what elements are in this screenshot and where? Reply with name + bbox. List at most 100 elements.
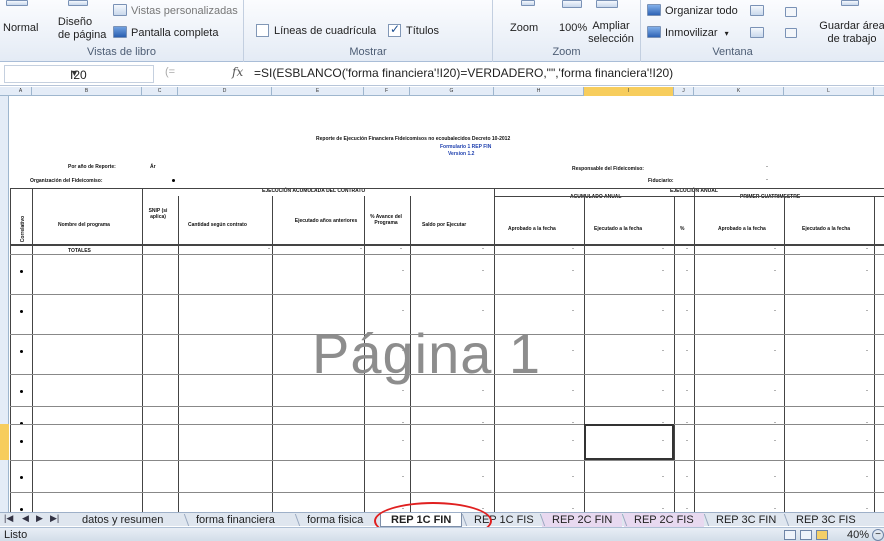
row-dash: - xyxy=(686,474,688,480)
sheet-tab-rep-2c-fin[interactable]: REP 2C FIN xyxy=(542,513,623,527)
chevron-down-icon[interactable]: ▼ xyxy=(70,68,149,78)
table-border xyxy=(784,196,785,513)
zoom-out-icon[interactable]: − xyxy=(872,529,884,541)
arrange-all-icon xyxy=(647,4,661,16)
row-headers xyxy=(0,96,9,513)
show-group: Líneas de cuadrícula Títulos Mostrar xyxy=(244,0,493,62)
gridlines-checkbox[interactable] xyxy=(256,24,269,37)
normal-view-status-icon[interactable] xyxy=(784,530,796,540)
page-layout-status-icon[interactable] xyxy=(800,530,812,540)
total-amount: - xyxy=(268,246,270,252)
normal-view-button[interactable]: Normal xyxy=(3,22,38,35)
total-approved: - xyxy=(572,246,574,252)
prev-sheet-icon[interactable]: ◀ xyxy=(22,513,29,524)
column-header-c[interactable]: C xyxy=(142,87,178,96)
row-dash: - xyxy=(686,438,688,444)
table-border xyxy=(674,196,675,513)
page-break-view-status-icon[interactable] xyxy=(816,530,828,540)
row-dash: - xyxy=(402,388,404,394)
zoom-level[interactable]: 40% xyxy=(847,529,869,541)
sheet-tab-rep-2c-fis[interactable]: REP 2C FIS xyxy=(624,513,704,527)
column-header-a[interactable]: A xyxy=(10,87,32,96)
window-group: Organizar todo Inmovilizar ▾ Guardar áre… xyxy=(641,0,884,62)
column-header-g[interactable]: G xyxy=(410,87,494,96)
row-divider xyxy=(10,294,884,295)
row-dash: - xyxy=(866,438,868,444)
formula-bar: I20 ▼ (= fx =SI(ESBLANCO('forma financie… xyxy=(0,62,884,86)
row-dash: - xyxy=(482,308,484,314)
save-workspace-button[interactable]: Guardar área de trabajo xyxy=(817,20,884,46)
ribbon: Normal Diseño de página Vistas personali… xyxy=(0,0,884,62)
sheet-tab-datos-y-resumen[interactable]: datos y resumen xyxy=(72,513,173,527)
full-screen-button[interactable]: Pantalla completa xyxy=(131,27,218,40)
row-dash: - xyxy=(662,388,664,394)
formula-input[interactable]: =SI(ESBLANCO('forma financiera'!I20)=VER… xyxy=(254,66,673,80)
save-workspace-label-2: de trabajo xyxy=(827,33,877,45)
form-code: Formulario 1 REP FIN xyxy=(440,144,492,150)
column-header-f[interactable]: F xyxy=(364,87,410,96)
new-window-icon xyxy=(750,5,764,16)
table-border xyxy=(584,196,585,513)
last-sheet-icon[interactable]: ▶| xyxy=(50,513,59,524)
arrange-all-button[interactable]: Organizar todo xyxy=(665,5,738,18)
first-sheet-icon[interactable]: |◀ xyxy=(4,513,13,524)
zoom-group: Zoom 100% Ampliar selección Zoom xyxy=(493,0,641,62)
sheet-tab-rep-3c-fis[interactable]: REP 3C FIS xyxy=(786,513,866,527)
column-header-i[interactable]: I xyxy=(584,87,674,96)
row-dash: - xyxy=(774,268,776,274)
period-value: Ár xyxy=(150,164,156,170)
sheet-tab-rep-1c-fin[interactable]: REP 1C FIN xyxy=(380,513,463,527)
row-dash: - xyxy=(662,268,664,274)
column-header-e[interactable]: E xyxy=(272,87,364,96)
header-prev-exec: Ejecutado años anteriores xyxy=(294,218,358,224)
page-layout-label-2: de página xyxy=(58,29,107,41)
next-sheet-icon[interactable]: ▶ xyxy=(36,513,43,524)
period-label: Por año de Reporte: xyxy=(68,164,116,170)
freeze-panes-button[interactable]: Inmovilizar ▾ xyxy=(665,27,729,40)
zoom-icon xyxy=(521,0,535,6)
table-border xyxy=(32,188,33,513)
insert-function-icon[interactable]: fx xyxy=(232,65,243,79)
formula-cancel-icon: (= xyxy=(165,66,176,78)
table-border xyxy=(272,196,273,513)
form-version: Version 1.2 xyxy=(448,151,475,157)
custom-views-button[interactable]: Vistas personalizadas xyxy=(131,5,238,18)
worksheet[interactable]: A B C D E F G H I J K L Reporte de Ejecu… xyxy=(0,87,884,513)
column-header-d[interactable]: D xyxy=(178,87,272,96)
headings-checkbox[interactable] xyxy=(388,22,401,37)
sheet-tab-rep-1c-fis[interactable]: REP 1C FIS xyxy=(464,513,544,527)
page-layout-button[interactable]: Diseño de página xyxy=(50,16,106,42)
column-header-h[interactable]: H xyxy=(494,87,584,96)
zoom-button[interactable]: Zoom xyxy=(510,22,538,35)
column-header-k[interactable]: K xyxy=(694,87,784,96)
row-dash: - xyxy=(482,268,484,274)
row-dash: - xyxy=(774,348,776,354)
column-header-l[interactable]: L xyxy=(784,87,874,96)
row-dash: - xyxy=(572,474,574,480)
selected-row-header[interactable] xyxy=(0,424,9,460)
name-box[interactable]: I20 ▼ xyxy=(4,65,154,83)
headings-label: Títulos xyxy=(406,25,440,37)
sheet-tab-forma-financiera[interactable]: forma financiera xyxy=(186,513,285,527)
show-group-label: Mostrar xyxy=(349,46,387,58)
sheet-tab-forma-fisica[interactable]: forma fisica xyxy=(297,513,373,527)
responsible-value: - xyxy=(766,164,768,170)
row-marker xyxy=(20,508,23,511)
sheet-tab-rep-3c-fin[interactable]: REP 3C FIN xyxy=(706,513,786,527)
window-group-label: Ventana xyxy=(712,46,753,58)
header-correlativo: Correlativo xyxy=(20,215,27,243)
sync-scroll-icon xyxy=(785,28,797,38)
zoom-selection-button[interactable]: Ampliar selección xyxy=(585,20,637,46)
hundred-percent-button[interactable]: 100% xyxy=(559,22,587,35)
org-value-marker xyxy=(172,179,175,182)
column-header-b[interactable]: B xyxy=(32,87,142,96)
row-dash: - xyxy=(662,474,664,480)
split-icon xyxy=(785,7,797,17)
custom-views-icon xyxy=(113,4,127,16)
row-marker xyxy=(20,390,23,393)
table-border xyxy=(694,188,695,513)
active-cell[interactable] xyxy=(584,424,674,460)
column-header-j[interactable]: J xyxy=(674,87,694,96)
gridlines-label: Líneas de cuadrícula xyxy=(274,25,377,37)
total-executed: - xyxy=(662,246,664,252)
